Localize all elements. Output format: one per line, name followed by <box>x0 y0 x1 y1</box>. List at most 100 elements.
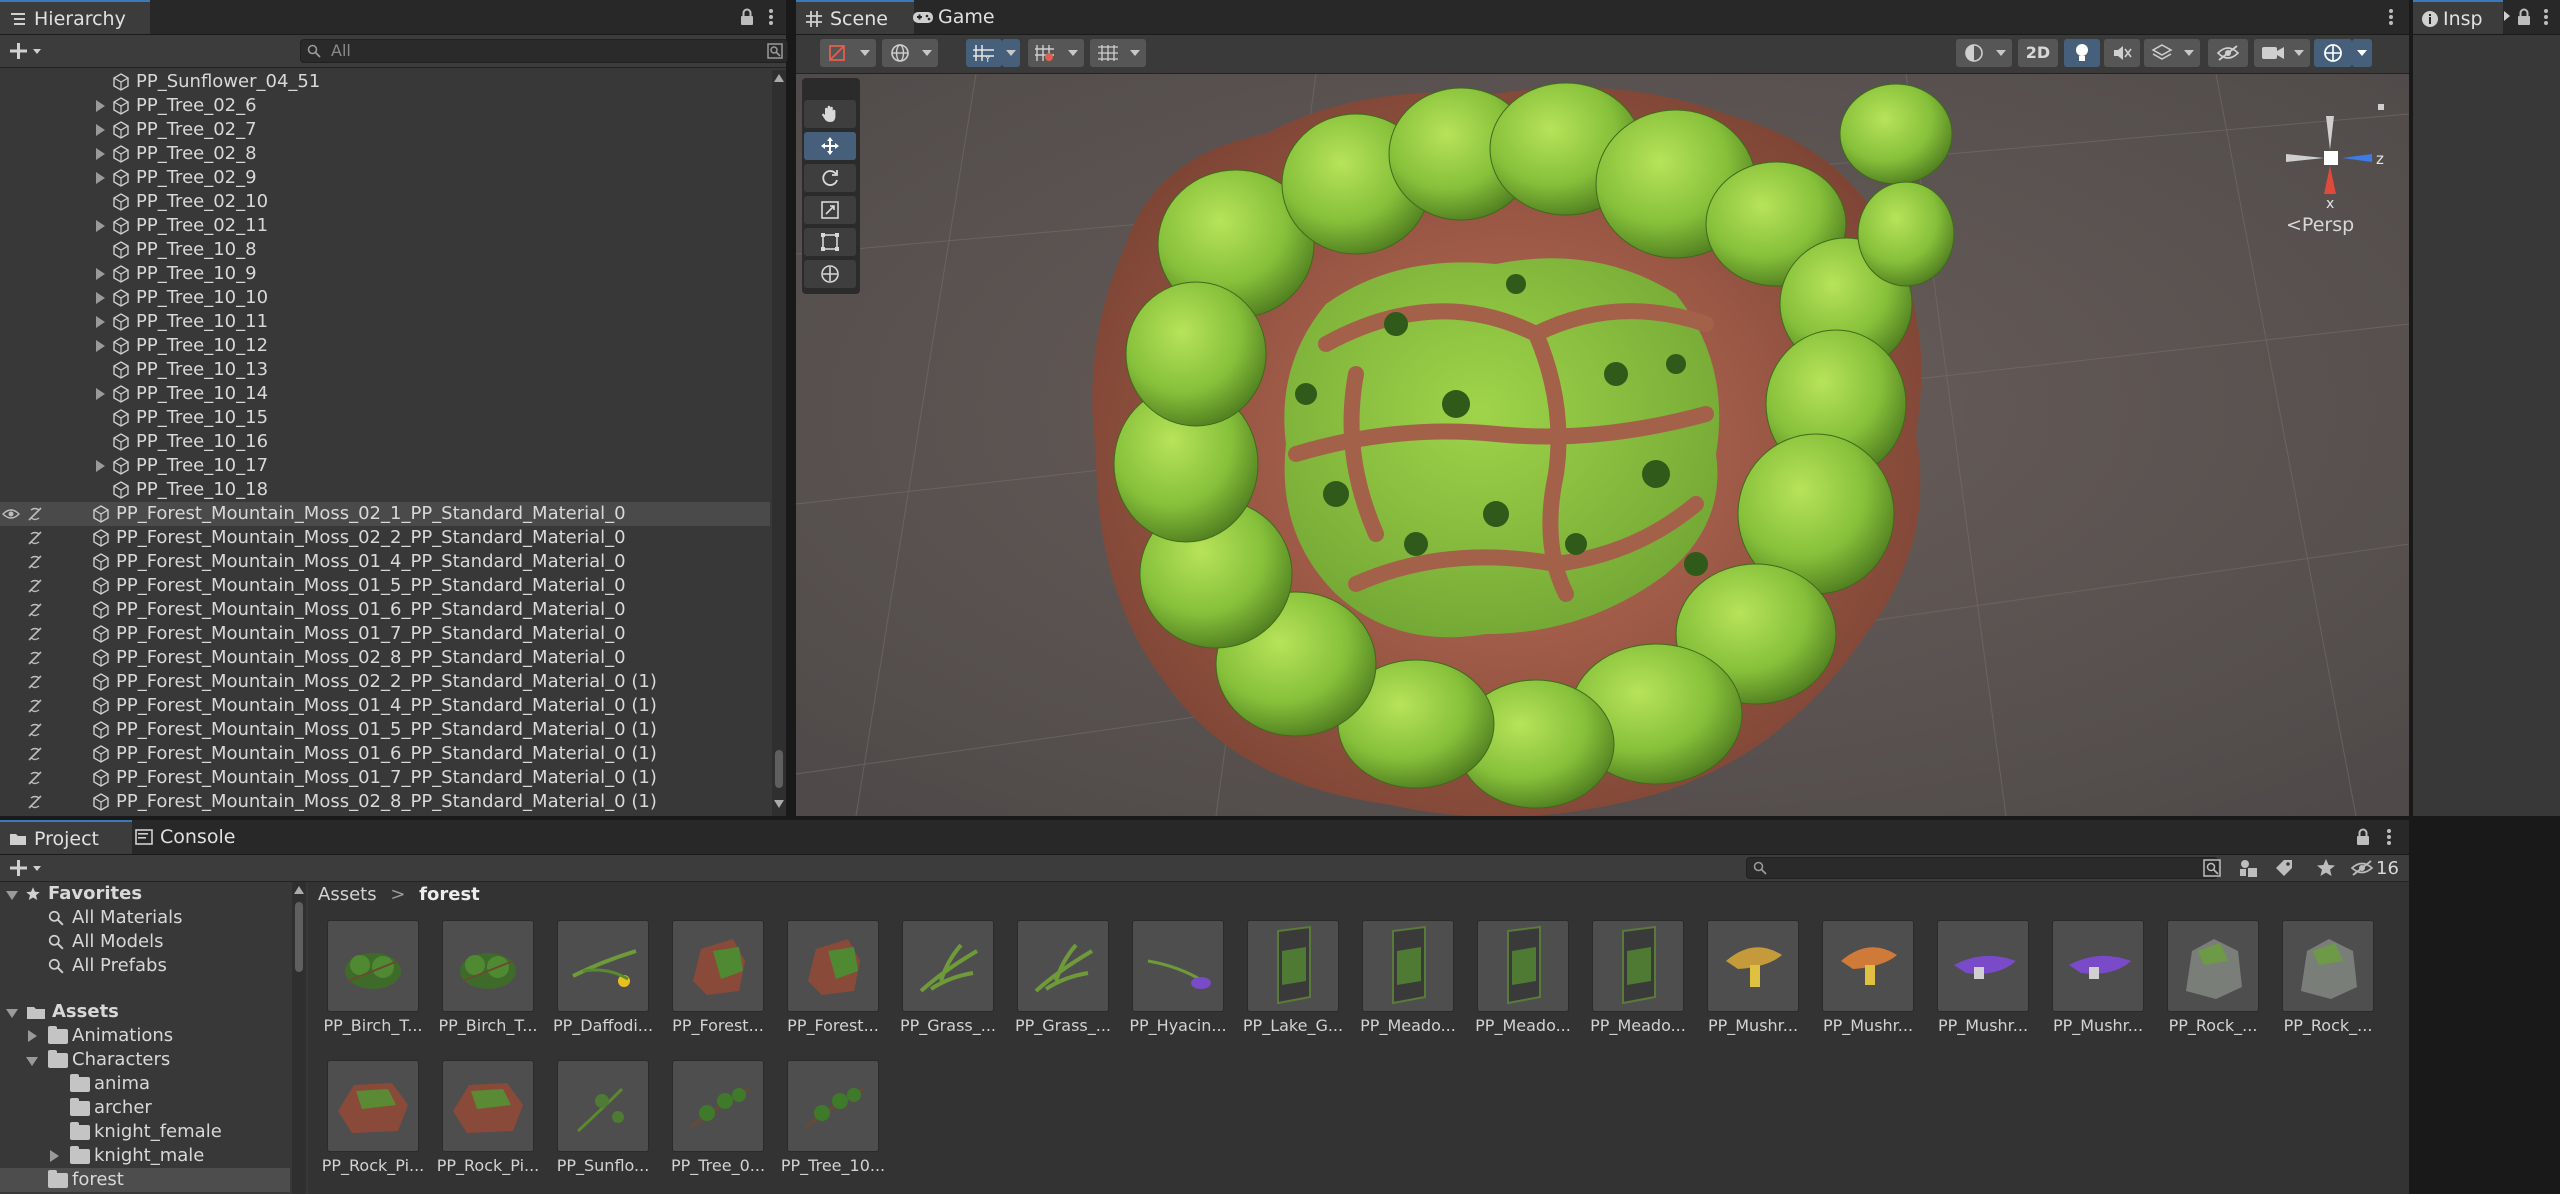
filter-by-label-icon[interactable] <box>2272 856 2296 880</box>
project-search-input[interactable] <box>1746 857 2218 879</box>
hierarchy-row[interactable]: PP_Tree_10_8 <box>0 238 770 262</box>
pickable-toggle-icon[interactable] <box>26 673 44 691</box>
expand-caret-icon[interactable] <box>28 1030 37 1042</box>
effects-dropdown[interactable] <box>2144 39 2200 67</box>
asset-item[interactable]: PP_Meado... <box>1353 920 1463 1040</box>
hierarchy-row[interactable]: PP_Forest_Mountain_Moss_01_7_PP_Standard… <box>0 766 770 790</box>
tab-project[interactable]: Project <box>0 820 132 854</box>
pickable-toggle-icon[interactable] <box>26 577 44 595</box>
draw-mode-dropdown[interactable] <box>820 39 876 67</box>
tab-game[interactable]: Game <box>908 0 1020 34</box>
tab-hierarchy[interactable]: Hierarchy <box>0 0 150 34</box>
shading-dropdown[interactable] <box>1956 39 2012 67</box>
scene-viewport[interactable]: z x <Persp <box>796 74 2409 816</box>
hierarchy-row[interactable]: PP_Tree_10_9 <box>0 262 770 286</box>
filter-by-type-icon[interactable] <box>2236 856 2260 880</box>
pickable-toggle-icon[interactable] <box>26 769 44 787</box>
increment-snap-dropdown[interactable] <box>1028 39 1084 67</box>
favorite-item[interactable]: All Models <box>0 930 290 954</box>
tab-scene[interactable]: Scene <box>796 0 914 34</box>
asset-item[interactable]: PP_Mushr... <box>1813 920 1923 1040</box>
hierarchy-row[interactable]: PP_Tree_02_10 <box>0 190 770 214</box>
visibility-eye-icon[interactable] <box>2 507 20 521</box>
expand-arrow-icon[interactable] <box>96 172 105 184</box>
folder-item[interactable]: archer <box>0 1096 290 1120</box>
asset-item[interactable]: PP_Forest... <box>778 920 888 1040</box>
asset-item[interactable]: PP_Mushr... <box>1698 920 1808 1040</box>
scrollbar-thumb[interactable] <box>775 750 783 788</box>
hierarchy-row[interactable]: PP_Tree_10_17 <box>0 454 770 478</box>
breadcrumb-assets[interactable]: Assets <box>318 884 377 905</box>
orientation-gizmo[interactable]: z x <box>2276 98 2396 218</box>
gizmos-dropdown[interactable] <box>2352 39 2372 67</box>
asset-item[interactable]: PP_Birch_T... <box>318 920 428 1040</box>
grid-visibility-dropdown[interactable] <box>1090 39 1146 67</box>
hierarchy-row[interactable]: PP_Forest_Mountain_Moss_01_6_PP_Standard… <box>0 742 770 766</box>
tab-inspector[interactable]: Insp <box>2413 0 2503 34</box>
favorite-item[interactable]: All Prefabs <box>0 954 290 978</box>
favorite-star-icon[interactable] <box>2314 856 2338 880</box>
move-tool-button[interactable] <box>804 132 856 160</box>
tab-console[interactable]: Console <box>126 820 262 854</box>
pickable-toggle-icon[interactable] <box>26 529 44 547</box>
asset-item[interactable]: PP_Grass_... <box>1008 920 1118 1040</box>
asset-item[interactable]: PP_Rock_... <box>2273 920 2383 1040</box>
asset-item[interactable]: PP_Forest... <box>663 920 773 1040</box>
scrollbar-thumb[interactable] <box>295 902 303 972</box>
asset-item[interactable]: PP_Birch_T... <box>433 920 543 1040</box>
hierarchy-row[interactable]: PP_Tree_10_13 <box>0 358 770 382</box>
breadcrumb-forest[interactable]: forest <box>419 884 480 905</box>
hierarchy-row[interactable]: PP_Forest_Mountain_Moss_01_6_PP_Standard… <box>0 598 770 622</box>
hierarchy-row[interactable]: PP_Tree_02_9 <box>0 166 770 190</box>
expand-arrow-icon[interactable] <box>96 460 105 472</box>
asset-item[interactable]: PP_Mushr... <box>2043 920 2153 1040</box>
tree-scrollbar[interactable] <box>292 882 306 1194</box>
hierarchy-row[interactable]: PP_Tree_10_14 <box>0 382 770 406</box>
hierarchy-scrollbar[interactable] <box>772 70 786 816</box>
grid-snap-dropdown[interactable] <box>1002 39 1020 67</box>
favorites-section[interactable]: Favorites <box>0 882 290 906</box>
rotate-tool-button[interactable] <box>804 164 856 192</box>
pickable-toggle-icon[interactable] <box>26 625 44 643</box>
hidden-objects-toggle[interactable] <box>2208 39 2248 67</box>
add-plus-icon[interactable] <box>10 41 46 61</box>
hierarchy-row[interactable]: PP_Forest_Mountain_Moss_02_2_PP_Standard… <box>0 526 770 550</box>
asset-item[interactable]: PP_Hyacin... <box>1123 920 1233 1040</box>
hierarchy-row[interactable]: PP_Sunflower_04_51 <box>0 70 770 94</box>
pickable-toggle-icon[interactable] <box>26 553 44 571</box>
hierarchy-row[interactable]: PP_Tree_10_16 <box>0 430 770 454</box>
folder-item[interactable]: knight_female <box>0 1120 290 1144</box>
asset-item[interactable]: PP_Rock_Pi... <box>318 1060 428 1180</box>
hierarchy-row[interactable]: PP_Tree_02_7 <box>0 118 770 142</box>
expand-arrow-icon[interactable] <box>96 124 105 136</box>
lighting-toggle[interactable] <box>2064 39 2100 67</box>
project-kebab-icon[interactable] <box>2386 828 2392 846</box>
hand-tool-button[interactable] <box>804 100 856 128</box>
scroll-down-icon[interactable] <box>774 800 784 808</box>
expand-arrow-icon[interactable] <box>96 292 105 304</box>
perspective-toggle[interactable]: <Persp <box>2286 214 2354 236</box>
pickable-toggle-icon[interactable] <box>26 505 44 523</box>
expand-arrow-icon[interactable] <box>96 388 105 400</box>
favorite-item[interactable]: All Materials <box>0 906 290 930</box>
hierarchy-row[interactable]: PP_Forest_Mountain_Moss_02_1_PP_Standard… <box>0 502 770 526</box>
asset-item[interactable]: PP_Rock_Pi... <box>433 1060 543 1180</box>
camera-dropdown[interactable] <box>2254 39 2310 67</box>
hierarchy-row[interactable]: PP_Tree_10_11 <box>0 310 770 334</box>
expand-caret-icon[interactable] <box>50 1150 59 1162</box>
folder-item[interactable]: knight_male <box>0 1144 290 1168</box>
transform-tool-button[interactable] <box>804 260 856 288</box>
asset-item[interactable]: PP_Daffodi... <box>548 920 658 1040</box>
hierarchy-row[interactable]: PP_Forest_Mountain_Moss_01_7_PP_Standard… <box>0 622 770 646</box>
search-scene-icon[interactable] <box>767 43 783 59</box>
hierarchy-row[interactable]: PP_Tree_02_6 <box>0 94 770 118</box>
expand-arrow-icon[interactable] <box>96 340 105 352</box>
pickable-toggle-icon[interactable] <box>26 601 44 619</box>
inspector-kebab-icon[interactable] <box>2543 8 2549 26</box>
asset-item[interactable]: PP_Tree_10... <box>778 1060 888 1180</box>
search-by-scene-icon[interactable] <box>2200 856 2224 880</box>
hierarchy-row[interactable]: PP_Tree_10_10 <box>0 286 770 310</box>
asset-item[interactable]: PP_Grass_... <box>893 920 1003 1040</box>
pickable-toggle-icon[interactable] <box>26 745 44 763</box>
asset-item[interactable]: PP_Sunflo... <box>548 1060 658 1180</box>
